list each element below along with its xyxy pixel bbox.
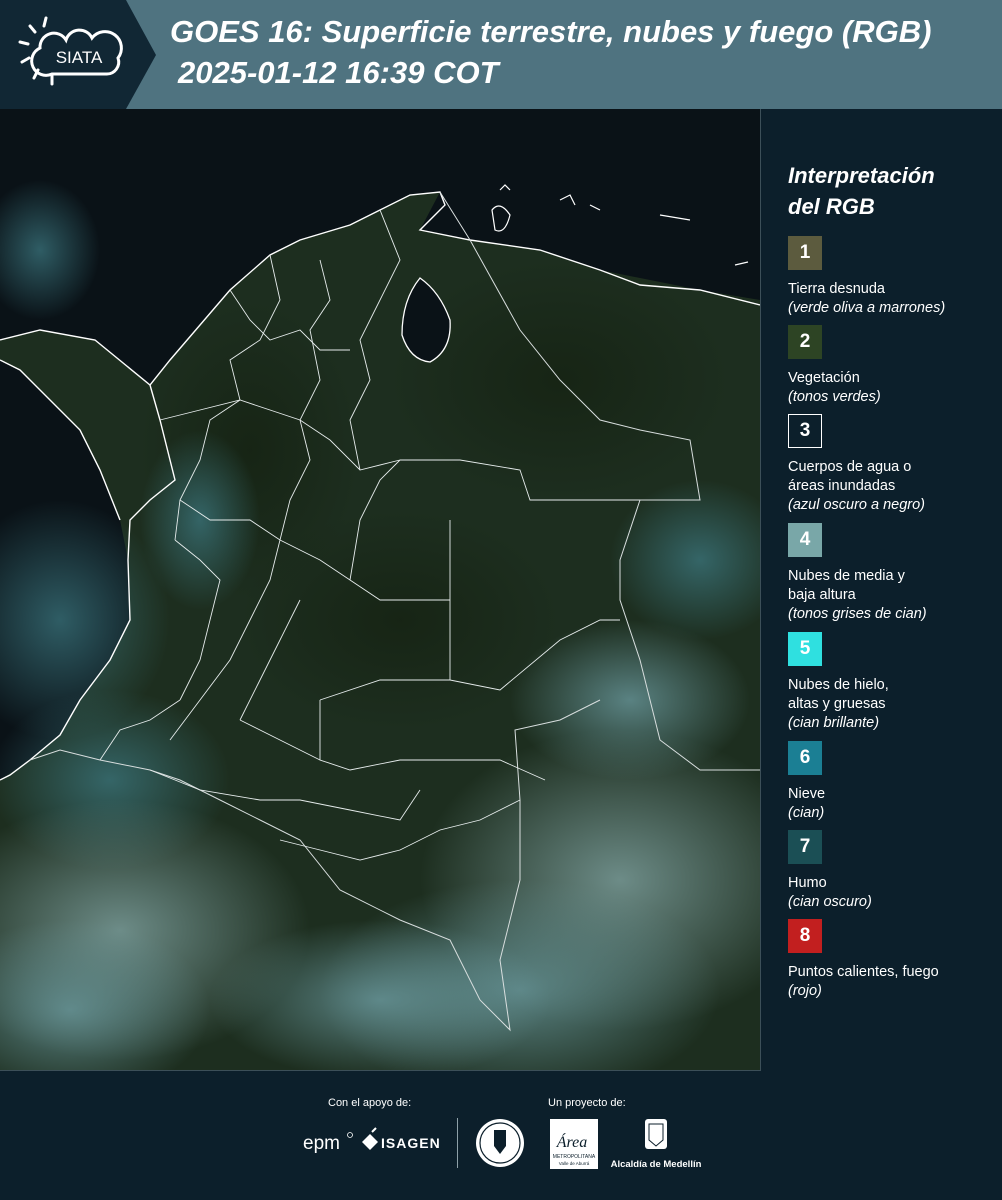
map-svg — [0, 109, 760, 1070]
rgb-legend: Interpretación del RGB 1 Tierra desnuda (v… — [788, 160, 998, 1008]
legend-item-name: Vegetación — [788, 370, 860, 386]
footer: Con el apoyo de: Un proyecto de: — [0, 1071, 1002, 1200]
legend-item-8: 8 Puntos calientes, fuego (rojo) — [788, 919, 998, 1008]
legend-item-name: baja altura — [788, 587, 856, 603]
legend-item-name: Tierra desnuda — [788, 281, 885, 297]
legend-text: Nieve (cian) — [788, 785, 825, 823]
legend-text: Nubes de media y baja altura (tonos grises… — [788, 567, 927, 624]
legend-item-5: 5 Nubes de hielo, altas y gruesas (cian bri… — [788, 632, 998, 741]
legend-item-7: 7 Humo (cian oscuro) — [788, 830, 998, 919]
legend-text: Cuerpos de agua o áreas inundadas (azul os… — [788, 458, 925, 515]
legend-text: Nubes de hielo, altas y gruesas (cian bril… — [788, 676, 889, 733]
legend-item-3: 3 Cuerpos de agua o áreas inundadas (azul o… — [788, 414, 998, 523]
page-title: GOES 16: Superficie terrestre, nubes y f… — [170, 14, 932, 49]
legend-swatch: 4 — [788, 523, 822, 557]
legend-item-4: 4 Nubes de media y baja altura (tonos grise… — [788, 523, 998, 632]
legend-item-description: (verde oliva a marrones) — [788, 300, 946, 316]
legend-item-description: (tonos verdes) — [788, 389, 881, 405]
legend-item-description: (azul oscuro a negro) — [788, 497, 926, 513]
legend-text: Vegetación (tonos verdes) — [788, 369, 881, 407]
legend-item-name: Cuerpos de agua o — [788, 459, 912, 475]
legend-item-2: 2 Vegetación (tonos verdes) — [788, 325, 998, 414]
legend-item-name: Humo — [788, 875, 827, 891]
legend-items: 1 Tierra desnuda (verde oliva a marrones) 2… — [788, 236, 998, 1008]
legend-title: Interpretación del RGB — [788, 160, 998, 222]
legend-item-description: (cian brillante) — [788, 715, 880, 731]
legend-item-name: Puntos calientes, fuego — [788, 964, 939, 980]
legend-swatch: 2 — [788, 325, 822, 359]
legend-text: Tierra desnuda (verde oliva a marrones) — [788, 280, 945, 318]
siata-logo-text: SIATA — [56, 48, 103, 67]
legend-item-1: 1 Tierra desnuda (verde oliva a marrones) — [788, 236, 998, 325]
legend-item-name: Nubes de media y — [788, 568, 905, 584]
legend-swatch: 8 — [788, 919, 822, 953]
image-datetime: 2025-01-12 16:39 COT — [178, 55, 499, 90]
legend-title-line1: Interpretación — [788, 163, 935, 188]
legend-swatch: 1 — [788, 236, 822, 270]
project-label: Un proyecto de: — [548, 1097, 626, 1109]
legend-item-description: (rojo) — [788, 983, 822, 999]
siata-logo: SIATA — [0, 0, 156, 109]
legend-swatch: 3 — [788, 414, 822, 448]
legend-item-name: Nieve — [788, 786, 826, 802]
legend-item-description: (cian oscuro) — [788, 894, 872, 910]
legend-item-name: áreas inundadas — [788, 478, 896, 494]
legend-swatch: 6 — [788, 741, 822, 775]
legend-item-name: altas y gruesas — [788, 696, 886, 712]
legend-item-description: (tonos grises de cian) — [788, 606, 927, 622]
legend-swatch: 5 — [788, 632, 822, 666]
legend-item-6: 6 Nieve (cian) — [788, 741, 998, 830]
support-label: Con el apoyo de: — [328, 1097, 412, 1109]
legend-title-line2: del RGB — [788, 194, 875, 219]
legend-item-description: (cian) — [788, 805, 825, 821]
satellite-map[interactable] — [0, 109, 761, 1071]
legend-text: Puntos calientes, fuego (rojo) — [788, 963, 939, 1001]
legend-text: Humo (cian oscuro) — [788, 874, 872, 912]
legend-item-name: Nubes de hielo, — [788, 677, 889, 693]
header-bar: SIATA GOES 16: Superficie terrestre, nub… — [0, 0, 1002, 109]
legend-swatch: 7 — [788, 830, 822, 864]
